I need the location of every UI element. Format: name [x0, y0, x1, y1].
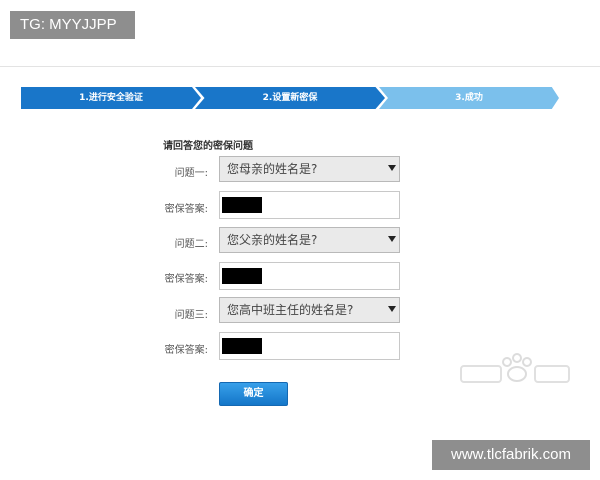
- progress-steps: 1.进行安全验证 2.设置新密保 3.成功: [21, 87, 561, 109]
- question-2-label: 问题二:: [174, 239, 208, 250]
- step-2: 2.设置新密保: [195, 87, 385, 109]
- answer-3-label: 密保答案:: [164, 345, 208, 356]
- site-overlay-tag: www.tlcfabrik.com: [432, 440, 590, 470]
- confirm-button[interactable]: 确定: [219, 382, 288, 406]
- chevron-down-icon: [388, 236, 396, 242]
- answer-1-input[interactable]: [219, 191, 400, 219]
- question-3-select[interactable]: 您高中班主任的姓名是?: [219, 297, 400, 323]
- question-1-label: 问题一:: [174, 168, 208, 179]
- question-3-label: 问题三:: [174, 310, 208, 321]
- watermark-logo-icon: [460, 353, 570, 383]
- question-1-selected: 您母亲的姓名是?: [227, 162, 318, 176]
- tg-overlay-tag: TG: MYYJJPP: [10, 11, 135, 39]
- step-1: 1.进行安全验证: [21, 87, 201, 109]
- answer-2-input[interactable]: [219, 262, 400, 290]
- answer-1-label: 密保答案:: [164, 204, 208, 215]
- form-title: 请回答您的密保问题: [163, 141, 253, 152]
- redaction-block: [222, 197, 262, 213]
- redaction-block: [222, 268, 262, 284]
- question-1-select[interactable]: 您母亲的姓名是?: [219, 156, 400, 182]
- answer-3-input[interactable]: [219, 332, 400, 360]
- chevron-down-icon: [388, 306, 396, 312]
- step-3: 3.成功: [379, 87, 559, 109]
- question-2-select[interactable]: 您父亲的姓名是?: [219, 227, 400, 253]
- answer-2-label: 密保答案:: [164, 274, 208, 285]
- chevron-down-icon: [388, 165, 396, 171]
- question-2-selected: 您父亲的姓名是?: [227, 233, 318, 247]
- question-3-selected: 您高中班主任的姓名是?: [227, 303, 354, 317]
- header-divider: [0, 66, 600, 67]
- redaction-block: [222, 338, 262, 354]
